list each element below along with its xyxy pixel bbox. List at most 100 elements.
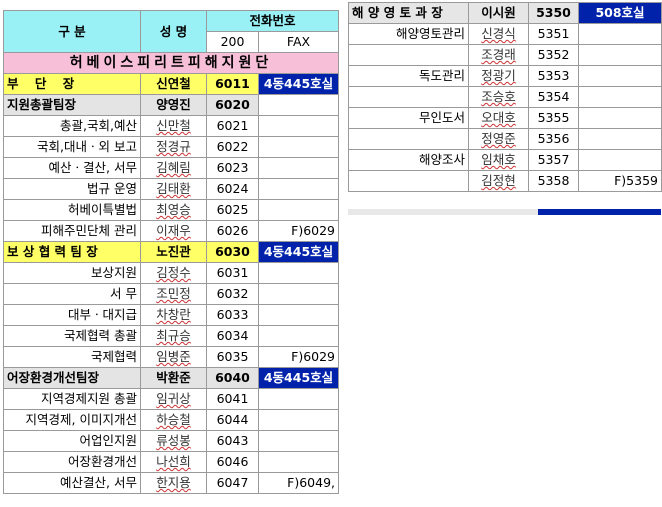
table-row: 어업인지원 류성봉 6043 [3, 430, 340, 452]
name-cell: 임채호 [468, 149, 529, 171]
table-row: 법규 운영 김태환 6024 [3, 178, 340, 200]
header-name: 성 명 [140, 10, 207, 53]
division-cell: 국회,대내ㆍ외 보고 [3, 136, 141, 158]
name-cell: 조경래 [468, 44, 529, 66]
table-row: 지역경제, 이미지개선 하승철 6044 [3, 409, 340, 431]
ext-cell: 6035 [206, 346, 259, 368]
fax-cell [257, 388, 340, 410]
table-row: 국제협력 총괄 최규승 6034 [3, 325, 340, 347]
ext-cell: 5357 [528, 149, 579, 171]
ext-cell: 5351 [528, 23, 579, 45]
header-ext: 200 [206, 31, 259, 53]
name-cell: 조민정 [140, 283, 207, 305]
table-row: 조경래 5352 [348, 44, 662, 66]
fax-cell [257, 178, 340, 200]
left-directory-table: 구 분 성 명 전화번호 200 FAX 허베이스피리트피해지원단 부 단 장신… [2, 10, 340, 494]
fax-cell [257, 304, 340, 326]
division-cell: 독도관리 [348, 65, 469, 87]
table-row: 국제협력 임병준 6035 F)6029 [3, 346, 340, 368]
table-row: 지원총괄팀장 양영진 6020 [3, 94, 340, 116]
name-cell: 이재우 [140, 220, 207, 242]
fax-cell [578, 23, 662, 45]
right-directory-table: 해 양 영 토 과 장 이시원 5350 508호실 해양영토관리 신경식 5351 조경래 5… [348, 2, 662, 192]
ext-cell: 5354 [528, 86, 579, 108]
name-cell: 임귀상 [140, 388, 207, 410]
name-cell: 최영승 [140, 199, 207, 221]
table-row: 무인도서 오대호 5355 [348, 107, 662, 129]
table-row: 해 양 영 토 과 장 이시원 5350 508호실 [348, 2, 662, 24]
fax-cell [257, 430, 340, 452]
fax-cell: 4동445호실 [257, 241, 340, 263]
table-row: 김정현 5358 F)5359 [348, 170, 662, 192]
name-cell: 조승호 [468, 86, 529, 108]
ext-cell: 6030 [206, 241, 259, 263]
name-cell: 정광기 [468, 65, 529, 87]
table-row: 예산ㆍ결산, 서무 김혜림 6023 [3, 157, 340, 179]
ext-cell: 6033 [206, 304, 259, 326]
division-cell: 지역경제지원 총괄 [3, 388, 141, 410]
header-division: 구 분 [3, 10, 141, 53]
ext-cell: 5358 [528, 170, 579, 192]
ext-cell: 6034 [206, 325, 259, 347]
name-cell: 이시원 [468, 2, 529, 24]
fax-cell [257, 409, 340, 431]
ext-cell: 6025 [206, 199, 259, 221]
ext-cell: 6041 [206, 388, 259, 410]
fax-cell [257, 451, 340, 473]
name-cell: 김정현 [468, 170, 529, 192]
header-phone: 전화번호 [205, 10, 340, 32]
fax-cell: 4동445호실 [257, 367, 340, 389]
table-row: 보 상 협 력 팀 장 노진관 6030 4동445호실 [3, 241, 340, 263]
division-cell: 국제협력 [3, 346, 141, 368]
fax-cell [578, 65, 662, 87]
fax-cell [257, 199, 340, 221]
ext-cell: 6023 [206, 157, 259, 179]
fax-cell [257, 262, 340, 284]
table-row: 지역경제지원 총괄 임귀상 6041 [3, 388, 340, 410]
table-row: 총괄,국회,예산 신만철 6021 [3, 115, 340, 137]
table-row: 허베이특별법 최영승 6025 [3, 199, 340, 221]
ext-cell: 6031 [206, 262, 259, 284]
fax-cell [257, 157, 340, 179]
division-cell: 피해주민단체 관리 [3, 220, 141, 242]
ext-cell: 6040 [206, 367, 259, 389]
ext-cell: 5355 [528, 107, 579, 129]
fax-cell: F)6049, [257, 472, 340, 494]
ext-cell: 5352 [528, 44, 579, 66]
fax-cell: F)5359 [578, 170, 662, 192]
table-row: 해양영토관리 신경식 5351 [348, 23, 662, 45]
name-cell: 김태환 [140, 178, 207, 200]
ext-cell: 6047 [206, 472, 259, 494]
cut-off-row [348, 209, 661, 215]
division-cell: 보상지원 [3, 262, 141, 284]
ext-cell: 6044 [206, 409, 259, 431]
fax-cell: 508호실 [578, 2, 662, 24]
division-cell: 허베이특별법 [3, 199, 141, 221]
division-cell [348, 86, 469, 108]
division-cell: 법규 운영 [3, 178, 141, 200]
table-row: 대부ㆍ대지급 차창란 6033 [3, 304, 340, 326]
ext-cell: 6021 [206, 115, 259, 137]
division-cell: 총괄,국회,예산 [3, 115, 141, 137]
division-cell: 무인도서 [348, 107, 469, 129]
table-row: 국회,대내ㆍ외 보고 정경규 6022 [3, 136, 340, 158]
ext-cell: 5353 [528, 65, 579, 87]
team-title: 허베이스피리트피해지원단 [2, 52, 340, 74]
name-cell: 박환준 [140, 367, 207, 389]
name-cell: 노진관 [140, 241, 207, 263]
fax-cell: F)6029 [257, 346, 340, 368]
name-cell: 정영준 [468, 128, 529, 150]
name-cell: 최규승 [140, 325, 207, 347]
division-cell: 해양영토관리 [348, 23, 469, 45]
fax-cell: F)6029 [257, 220, 340, 242]
table-row: 예산결산, 서무 한지용 6047 F)6049, [3, 472, 340, 494]
division-cell: 해 양 영 토 과 장 [348, 2, 469, 24]
division-cell [348, 170, 469, 192]
name-cell: 류성봉 [140, 430, 207, 452]
division-cell: 어장환경개선 [3, 451, 141, 473]
fax-cell [257, 325, 340, 347]
ext-cell: 6022 [206, 136, 259, 158]
ext-cell: 6032 [206, 283, 259, 305]
name-cell: 나선희 [140, 451, 207, 473]
name-cell: 정경규 [140, 136, 207, 158]
